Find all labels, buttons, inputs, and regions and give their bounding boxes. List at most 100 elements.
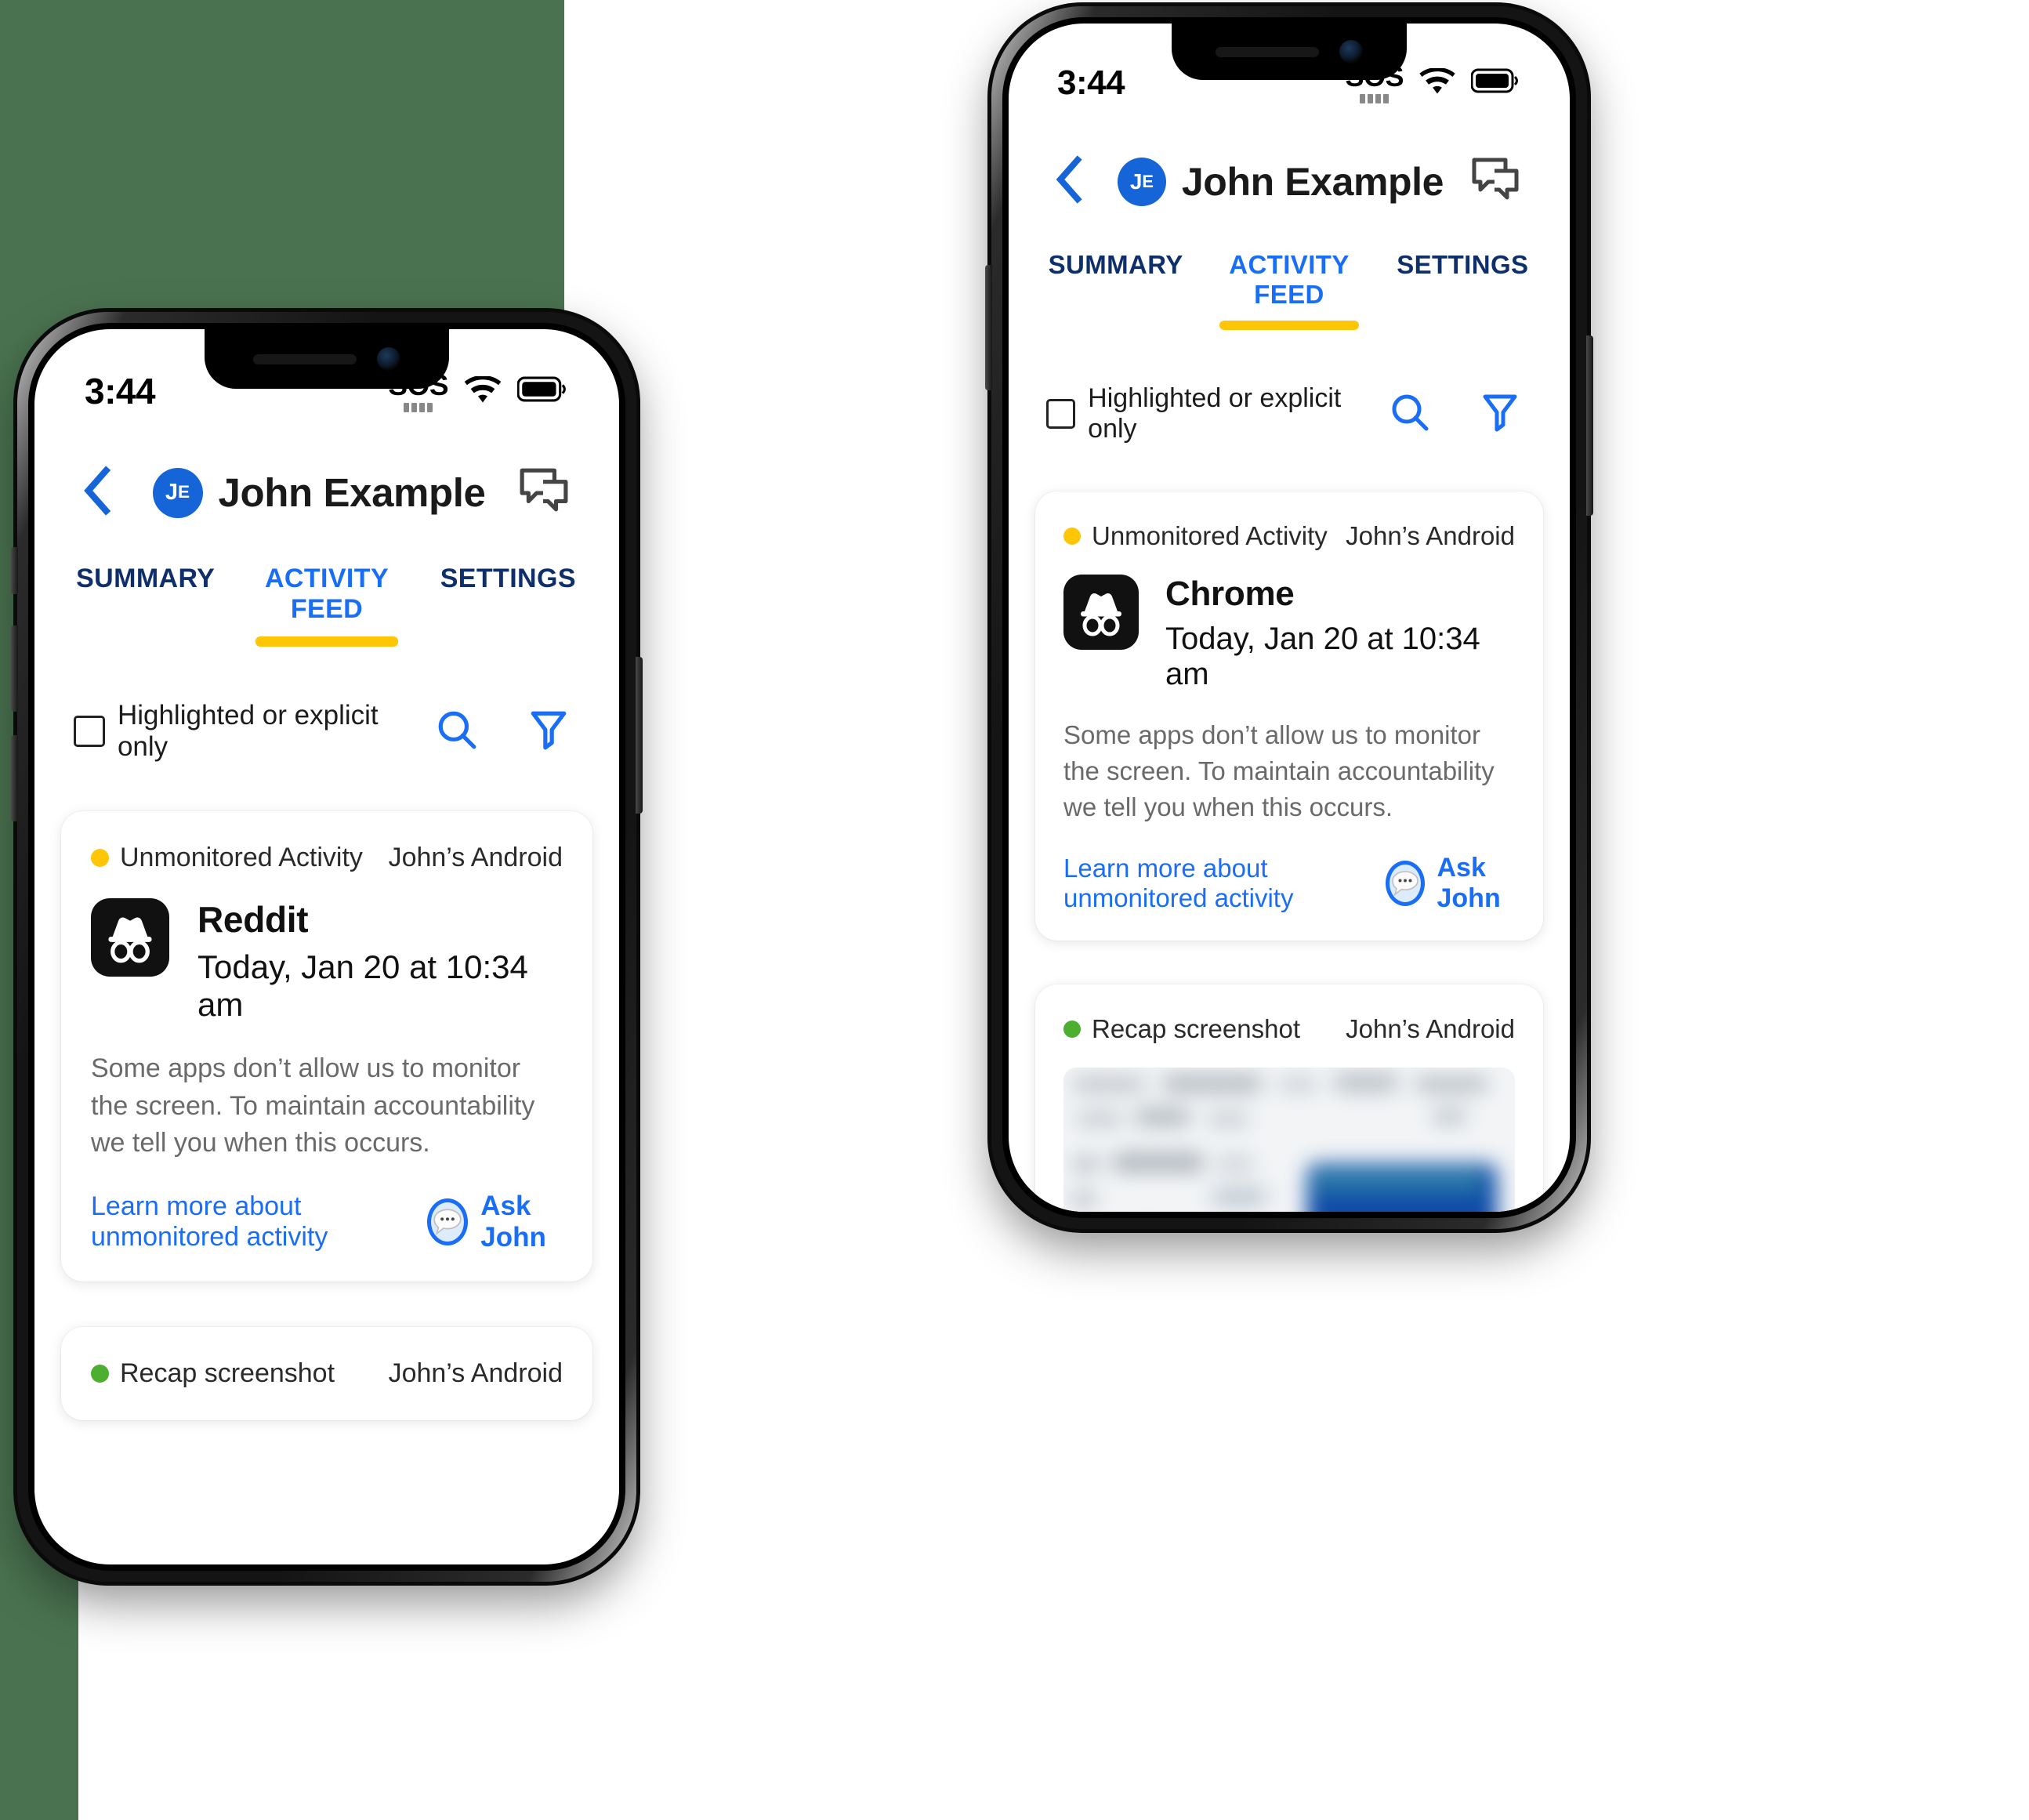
- highlighted-explicit-label: Highlighted or explicit only: [1088, 383, 1342, 444]
- app-name: Chrome: [1165, 575, 1295, 613]
- avatar[interactable]: JE: [152, 467, 203, 518]
- wifi-icon: [1419, 67, 1455, 103]
- front-phone-status-bar: 3:44 SOS: [34, 329, 619, 419]
- recap-status-dot: [1063, 1020, 1081, 1038]
- app-row: Reddit Today, Jan 20 at 10:34 am: [91, 898, 563, 1024]
- tab-activity-feed[interactable]: ACTIVITY FEED: [236, 564, 417, 647]
- sos-label: SOS: [1345, 60, 1404, 92]
- front-phone-device: 3:44 SOS J E John Example SUMMARY ACTIVI…: [11, 312, 643, 1582]
- back-phone-nav-bar: JE John Example: [1009, 110, 1570, 216]
- sos-label: SOS: [388, 368, 448, 401]
- chat-bubbles-icon[interactable]: [513, 461, 575, 524]
- front-phone-tab-bar: SUMMARY ACTIVITY FEED SETTINGS: [34, 528, 619, 647]
- recap-device-label: John’s Android: [388, 1358, 563, 1388]
- back-button[interactable]: [67, 458, 125, 528]
- app-name: Reddit: [197, 899, 309, 940]
- avatar-initial-second: E: [178, 482, 190, 502]
- status-dot: [1063, 528, 1081, 545]
- tab-summary[interactable]: SUMMARY: [55, 564, 236, 625]
- back-phone-device: 3:44 SOS J E John Example SUMMARY ACTIVI…: [985, 6, 1593, 1229]
- front-phone-screen: 3:44 SOS J E John Example SUMMARY ACTIVI…: [34, 329, 619, 1564]
- status-time: 3:44: [1057, 63, 1125, 102]
- search-icon[interactable]: [1390, 392, 1430, 437]
- ask-john-button[interactable]: Ask John: [1385, 852, 1516, 914]
- back-phone-power-button[interactable]: [1586, 335, 1593, 516]
- avatar[interactable]: JE: [1117, 157, 1166, 206]
- learn-more-link[interactable]: Learn more about unmonitored activity: [1063, 854, 1386, 913]
- screenshot-blur-layer: [1063, 1068, 1515, 1212]
- card-description: Some apps don’t allow us to monitor the …: [1063, 720, 1495, 822]
- status-badge: Unmonitored Activity: [120, 843, 363, 872]
- chat-bubbles-icon[interactable]: [1465, 150, 1526, 212]
- unmonitored-activity-card[interactable]: Unmonitored Activity John’s Android: [61, 811, 592, 1282]
- front-phone-volume-down[interactable]: [11, 735, 18, 821]
- chat-ellipsis-icon: [1385, 860, 1425, 906]
- chat-ellipsis-icon: [427, 1198, 469, 1245]
- front-phone-volume-up[interactable]: [11, 625, 18, 712]
- highlighted-explicit-label: Highlighted or explicit only: [117, 700, 379, 762]
- tab-settings[interactable]: SETTINGS: [1376, 250, 1549, 310]
- back-phone-status-bar: 3:44 SOS: [1009, 24, 1570, 110]
- ask-john-label: Ask John: [1437, 852, 1501, 913]
- device-label: John’s Android: [1346, 521, 1515, 550]
- app-meta: Chrome Today, Jan 20 at 10:34 am: [1165, 575, 1515, 692]
- tab-activity-feed[interactable]: ACTIVITY FEED: [1202, 250, 1375, 330]
- recap-card-header: Recap screenshot John’s Android: [91, 1358, 563, 1389]
- tab-summary[interactable]: SUMMARY: [1029, 250, 1202, 310]
- app-timestamp: Today, Jan 20 at 10:34 am: [197, 948, 528, 1023]
- signal-dots-icon: [1360, 94, 1390, 103]
- incognito-hat-glasses-icon: [91, 898, 169, 977]
- tab-settings-label: SETTINGS: [440, 564, 576, 593]
- filter-row-icons: [436, 709, 567, 755]
- ask-john-button[interactable]: Ask John: [427, 1191, 563, 1253]
- recap-status-dot: [91, 1364, 109, 1383]
- wifi-icon: [464, 375, 502, 412]
- tab-active-underline: [255, 636, 398, 647]
- funnel-filter-icon[interactable]: [530, 709, 567, 755]
- device-label: John’s Android: [388, 843, 563, 872]
- tab-active-underline: [1219, 321, 1359, 330]
- back-button[interactable]: [1040, 147, 1096, 216]
- highlighted-explicit-checkbox[interactable]: [1046, 399, 1076, 429]
- status-indicators: SOS: [388, 371, 567, 412]
- sos-indicator: SOS: [1345, 63, 1404, 103]
- card-header: Unmonitored Activity John’s Android: [91, 843, 563, 873]
- battery-icon: [516, 376, 567, 412]
- back-phone-screen: 3:44 SOS J E John Example SUMMARY ACTIVI…: [1009, 24, 1570, 1212]
- highlighted-explicit-checkbox[interactable]: [74, 716, 105, 747]
- incognito-hat-glasses-icon: [1063, 575, 1139, 650]
- app-timestamp: Today, Jan 20 at 10:34 am: [1165, 622, 1480, 691]
- tab-summary-label: SUMMARY: [76, 564, 216, 593]
- card-header: Unmonitored Activity John’s Android: [1063, 521, 1515, 551]
- front-phone-silent-switch[interactable]: [11, 547, 18, 594]
- search-icon[interactable]: [436, 709, 478, 755]
- funnel-filter-icon[interactable]: [1482, 392, 1518, 437]
- tab-settings-label: SETTINGS: [1397, 250, 1529, 279]
- tab-settings[interactable]: SETTINGS: [418, 564, 599, 625]
- learn-more-link[interactable]: Learn more about unmonitored activity: [91, 1191, 427, 1253]
- green-backdrop-top: [0, 0, 564, 321]
- unmonitored-activity-card[interactable]: Unmonitored Activity John’s Android: [1035, 491, 1543, 941]
- ask-john-label: Ask John: [480, 1190, 546, 1253]
- status-indicators: SOS: [1345, 63, 1520, 103]
- front-phone-power-button[interactable]: [636, 657, 643, 814]
- app-row: Chrome Today, Jan 20 at 10:34 am: [1063, 575, 1515, 692]
- recap-screenshot-card[interactable]: Recap screenshot John’s Android: [61, 1326, 592, 1420]
- nav-title-group: JE John Example: [1096, 157, 1465, 206]
- recap-screenshot-card[interactable]: Recap screenshot John’s Android: [1035, 984, 1543, 1212]
- tab-activity-feed-label: ACTIVITY FEED: [1229, 250, 1350, 309]
- status-time: 3:44: [85, 371, 156, 411]
- status-dot: [91, 849, 109, 867]
- sos-indicator: SOS: [388, 371, 448, 412]
- avatar-initial-first: J: [165, 480, 179, 505]
- front-phone-nav-bar: JE John Example: [34, 419, 619, 528]
- recap-status-badge: Recap screenshot: [120, 1358, 335, 1388]
- filter-row-icons: [1390, 392, 1518, 437]
- signal-dots-icon: [404, 402, 433, 412]
- app-meta: Reddit Today, Jan 20 at 10:34 am: [197, 898, 563, 1024]
- blurred-screenshot-thumbnail[interactable]: [1063, 1067, 1515, 1212]
- recap-device-label: John’s Android: [1346, 1013, 1515, 1043]
- back-phone-volume-buttons[interactable]: [985, 265, 992, 390]
- tab-activity-feed-label: ACTIVITY FEED: [264, 564, 389, 624]
- screenshot-stage: 3:44 SOS J E John Example SUMMARY ACTIVI…: [0, 0, 2029, 1820]
